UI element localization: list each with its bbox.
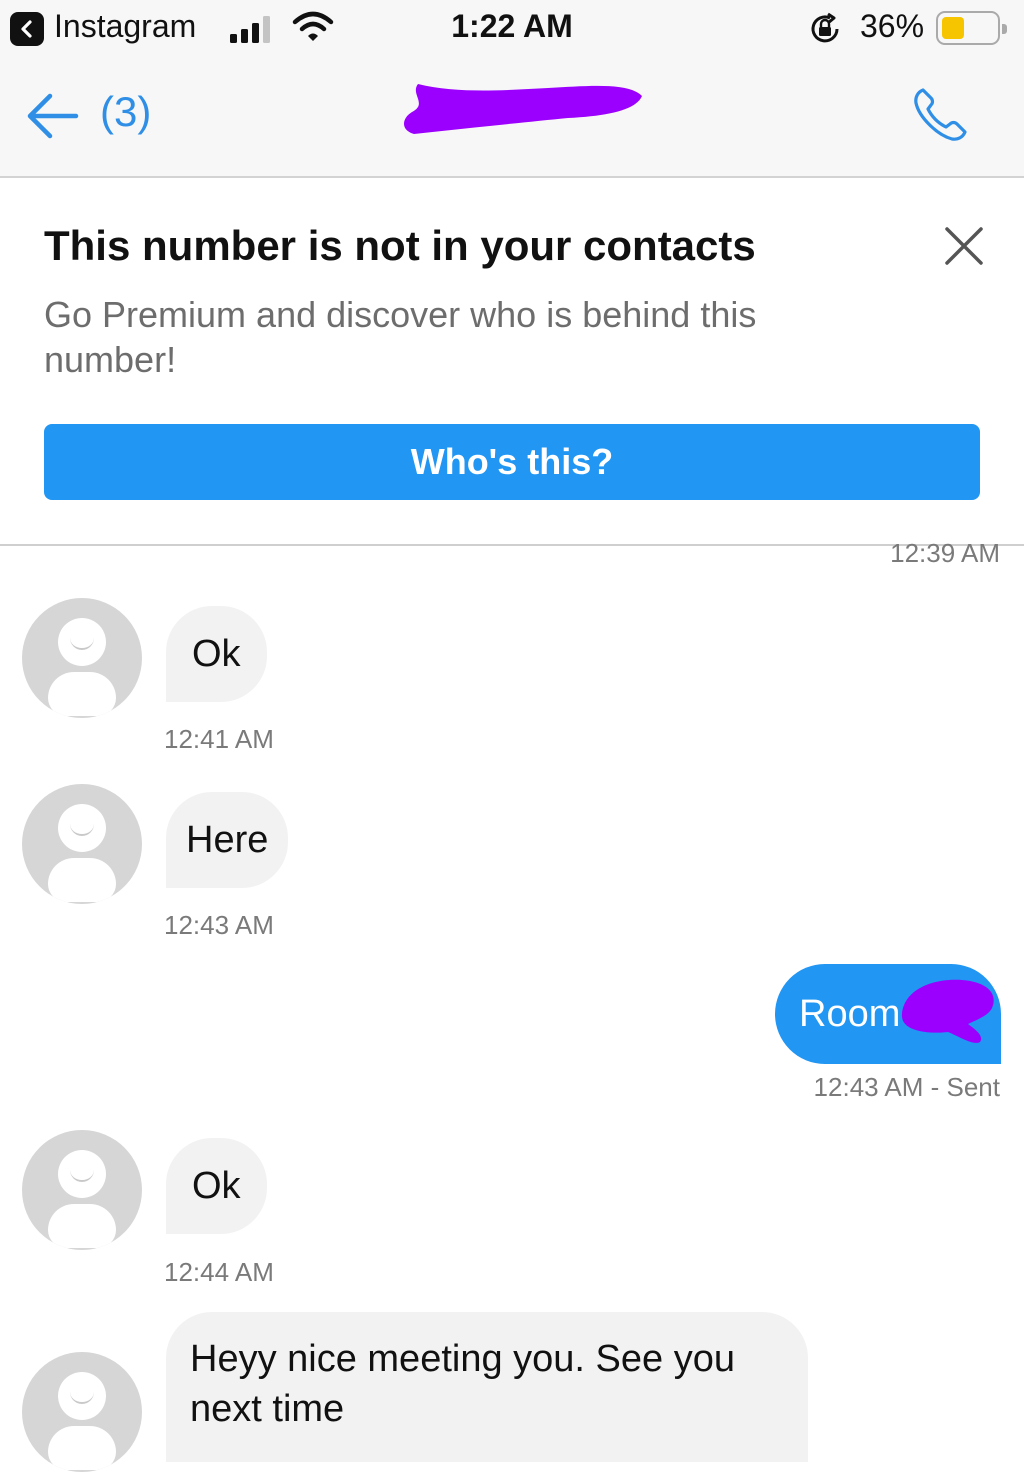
message-timestamp: 12:44 AM	[164, 1257, 274, 1287]
redacted-contact-name	[404, 84, 642, 134]
avatar	[22, 784, 142, 904]
incoming-message-bubble[interactable]: Heyy nice meeting you. See you next time	[166, 1312, 808, 1462]
unread-count[interactable]: (3)	[100, 88, 151, 136]
whos-this-button[interactable]: Who's this?	[44, 424, 980, 500]
banner-subtitle: Go Premium and discover who is behind th…	[44, 294, 757, 380]
message-timestamp: 12:39 AM	[890, 538, 1000, 568]
status-bar: Instagram 1:22 AM 36%	[0, 0, 1024, 58]
orientation-lock-icon	[811, 12, 839, 43]
phone-icon[interactable]	[910, 84, 972, 146]
incoming-message-bubble[interactable]: Ok	[166, 1138, 267, 1234]
incoming-message-bubble[interactable]: Here	[166, 792, 289, 888]
avatar	[22, 1352, 142, 1472]
message-timestamp: 12:43 AM - Sent	[813, 1072, 1000, 1102]
avatar	[22, 598, 142, 718]
avatar	[22, 1130, 142, 1250]
message-timestamp: 12:41 AM	[164, 724, 274, 754]
redaction-mark	[901, 979, 994, 1043]
incoming-message-bubble[interactable]: Ok	[166, 606, 267, 702]
battery-percent: 36%	[860, 8, 925, 44]
banner-divider	[0, 544, 1024, 546]
conversation-header: (3)	[0, 58, 1024, 178]
banner-title: This number is not in your contacts	[44, 222, 756, 269]
arrow-left-icon[interactable]	[24, 88, 80, 144]
close-icon[interactable]	[942, 224, 986, 268]
message-timestamp: 12:43 AM	[164, 910, 274, 940]
battery-icon	[936, 11, 1007, 45]
